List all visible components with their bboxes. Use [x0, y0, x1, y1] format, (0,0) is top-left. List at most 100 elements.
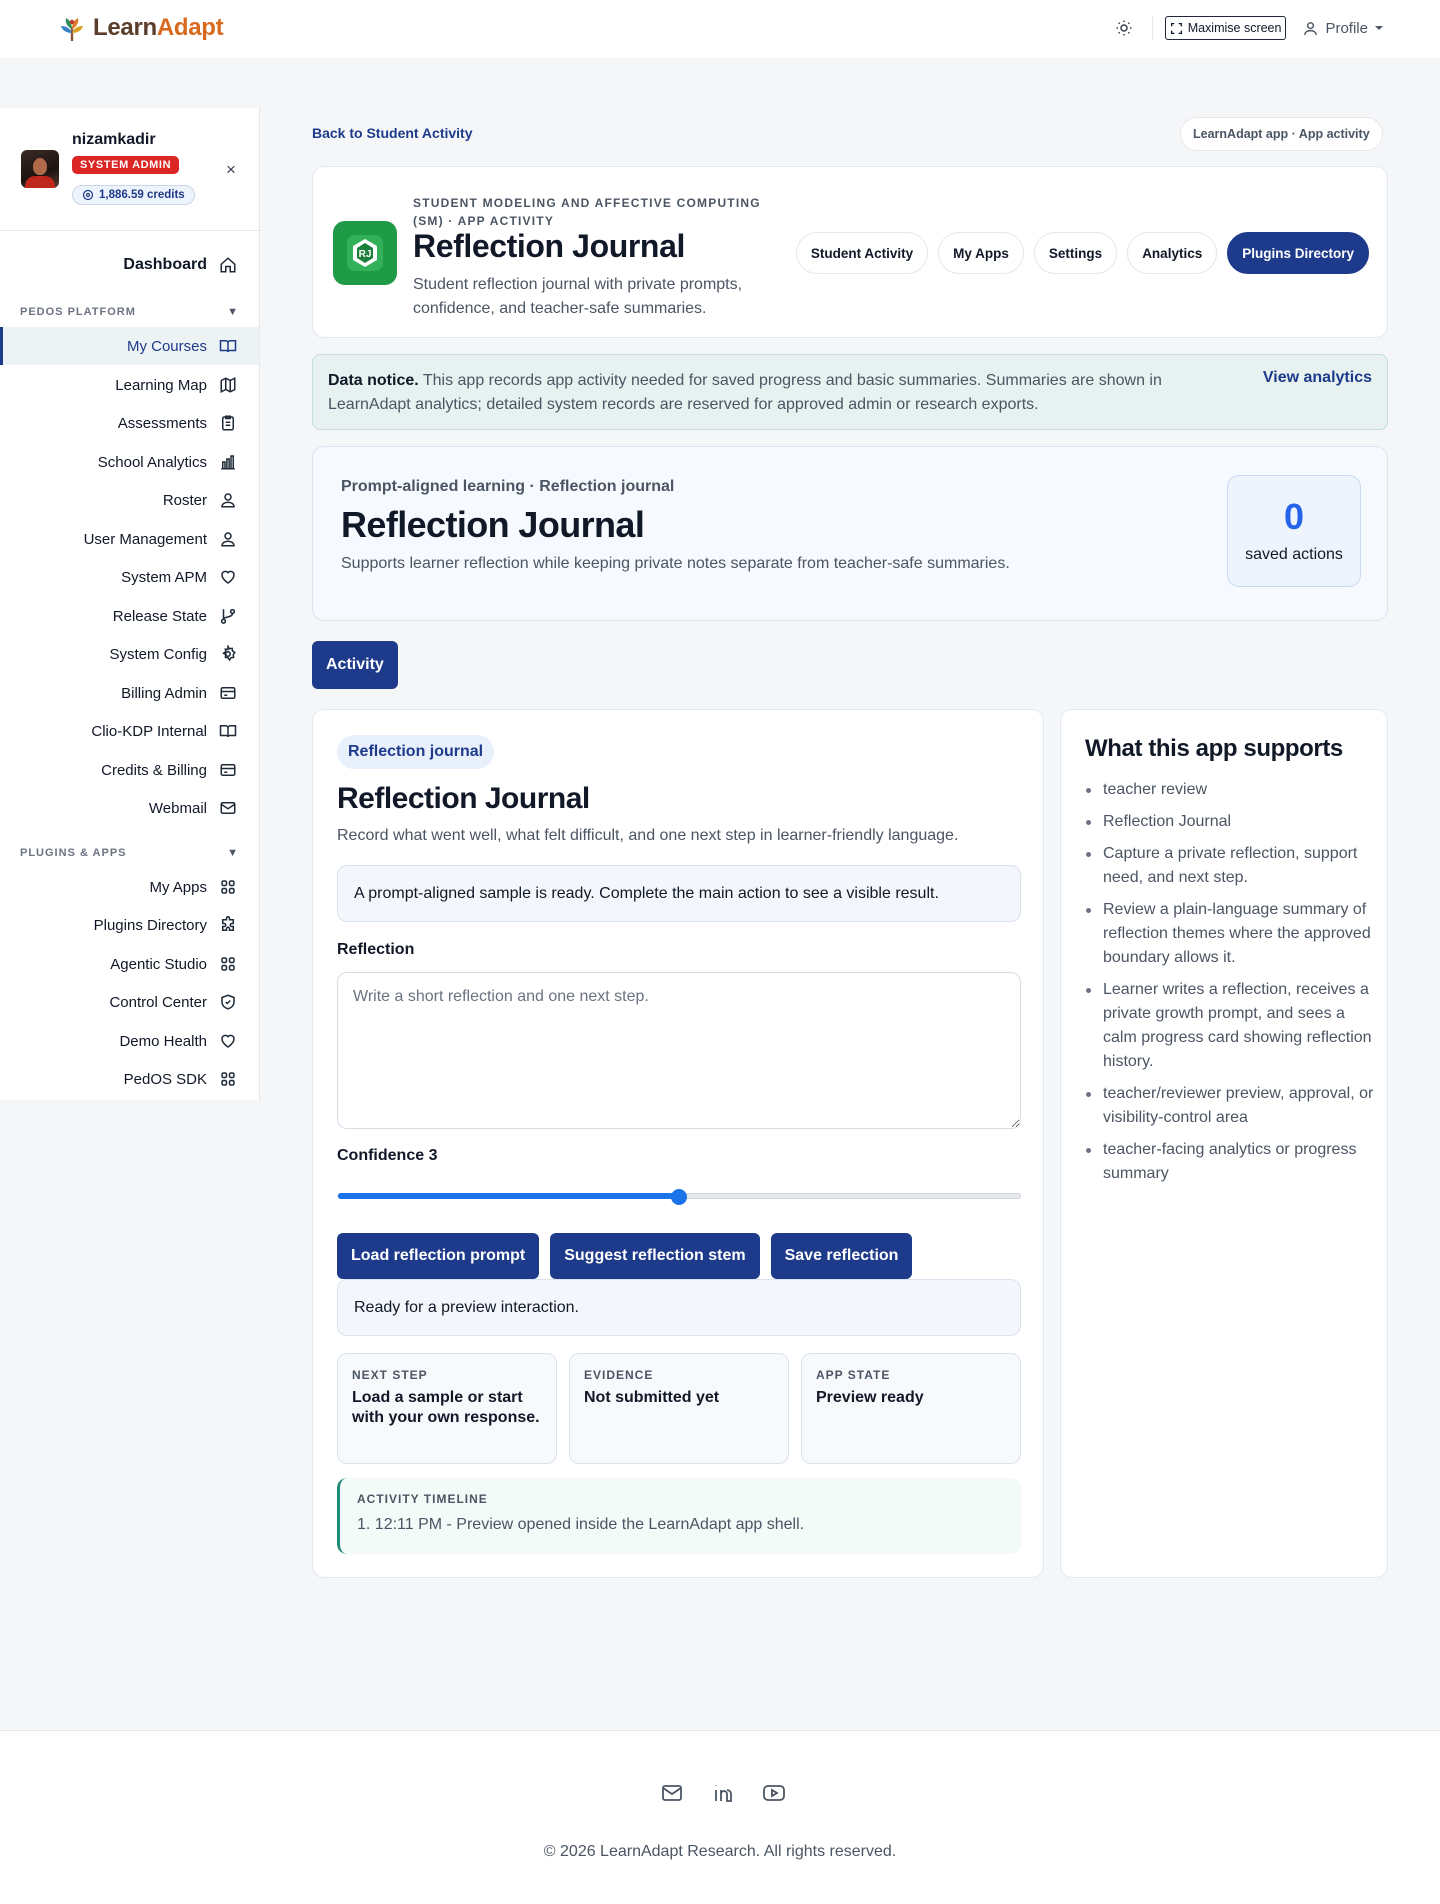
- sidebar-item-label: Release State: [112, 607, 207, 625]
- divider: [1151, 15, 1153, 41]
- sidebar-item-roster[interactable]: Roster: [0, 481, 259, 519]
- profile-menu-button[interactable]: Profile: [1302, 20, 1384, 37]
- heart-icon: [221, 570, 235, 584]
- sidebar-item-learning-map[interactable]: Learning Map: [0, 366, 259, 404]
- list-item: Capture a private reflection, support ne…: [1085, 842, 1375, 890]
- sidebar-item-webmail[interactable]: Webmail: [0, 789, 259, 827]
- tree-logo-icon: [61, 18, 83, 41]
- app-header-card: RJ STUDENT MODELING AND AFFECTIVE COMPUT…: [312, 166, 1388, 338]
- brand-logo[interactable]: LearnAdapt: [57, 13, 224, 43]
- sidebar-section-plugins-apps[interactable]: PLUGINS & APPS ▼: [20, 847, 239, 859]
- sidebar-item-system-config[interactable]: System Config: [0, 635, 259, 673]
- sidebar-item-assessments[interactable]: Assessments: [0, 404, 259, 442]
- grid-icon: [221, 1072, 235, 1086]
- coin-icon: [82, 189, 94, 201]
- app-category: STUDENT MODELING AND AFFECTIVE COMPUTING…: [413, 196, 761, 228]
- sidebar-item-school-analytics[interactable]: School Analytics: [0, 443, 259, 481]
- sidebar-item-pedos-sdk[interactable]: PedOS SDK: [0, 1060, 259, 1098]
- status-message: Ready for a preview interaction.: [337, 1279, 1021, 1336]
- bar-chart-icon: [221, 455, 235, 470]
- tab-activity[interactable]: Activity: [312, 641, 398, 689]
- book-open-icon: [219, 725, 237, 738]
- mail-icon: [220, 802, 236, 814]
- activity-timeline: ACTIVITY TIMELINE 1. 12:11 PM - Preview …: [337, 1478, 1021, 1554]
- sidebar-item-plugins-directory[interactable]: Plugins Directory: [0, 906, 259, 944]
- activity-title: Reflection Journal: [337, 782, 590, 815]
- caret-down-icon: ▼: [227, 306, 239, 318]
- sidebar-item-label: Clio-KDP Internal: [91, 722, 207, 740]
- linkedin-icon[interactable]: [711, 1781, 735, 1805]
- chevron-down-icon: [1375, 26, 1383, 30]
- hero-title: Reflection Journal: [341, 504, 645, 545]
- list-item: teacher/reviewer preview, approval, or v…: [1085, 1082, 1375, 1130]
- tile-value: Load a sample or start with your own res…: [352, 1389, 540, 1426]
- sidebar-item-label: System Config: [109, 645, 207, 663]
- youtube-icon[interactable]: [762, 1781, 786, 1805]
- sidebar-item-billing-admin[interactable]: Billing Admin: [0, 674, 259, 712]
- view-analytics-link[interactable]: View analytics: [1263, 369, 1372, 387]
- home-icon: [220, 257, 236, 273]
- sidebar-item-label: PedOS SDK: [123, 1070, 207, 1088]
- settings-button[interactable]: Settings: [1033, 232, 1118, 274]
- credit-card-icon: [220, 687, 236, 699]
- git-branch-icon: [220, 608, 236, 624]
- supports-list: teacher review Reflection Journal Captur…: [1085, 778, 1375, 1194]
- confidence-label: Confidence 3: [337, 1147, 438, 1164]
- app-description: Student reflection journal with private …: [413, 276, 743, 317]
- users-icon: [221, 532, 235, 547]
- list-item: Learner writes a reflection, receives a …: [1085, 978, 1375, 1074]
- next-step-tile: NEXT STEP Load a sample or start with yo…: [337, 1353, 557, 1464]
- hero-eyebrow: Prompt-aligned learning · Reflection jou…: [341, 478, 675, 495]
- reflection-input[interactable]: [337, 972, 1021, 1129]
- sidebar-item-user-management[interactable]: User Management: [0, 520, 259, 558]
- sidebar-item-control-center[interactable]: Control Center: [0, 983, 259, 1021]
- data-notice: Data notice. This app records app activi…: [312, 354, 1388, 430]
- sidebar-item-credits-billing[interactable]: Credits & Billing: [0, 751, 259, 789]
- tile-label: EVIDENCE: [584, 1368, 654, 1382]
- sun-icon[interactable]: [1110, 14, 1138, 42]
- profile-label: Profile: [1325, 19, 1368, 37]
- reflection-journal-logo-icon: RJ: [347, 235, 383, 271]
- sidebar-item-label: Webmail: [148, 799, 207, 817]
- sidebar-item-clio-kdp-internal[interactable]: Clio-KDP Internal: [0, 712, 259, 750]
- maximise-icon: [1170, 22, 1182, 34]
- credit-card-icon: [220, 764, 236, 776]
- sidebar-item-demo-health[interactable]: Demo Health: [0, 1022, 259, 1060]
- activity-tag: Reflection journal: [337, 735, 495, 769]
- my-apps-button[interactable]: My Apps: [938, 232, 1024, 274]
- sidebar-section-pedos-platform[interactable]: PEDOS PLATFORM ▼: [20, 306, 239, 318]
- student-activity-button[interactable]: Student Activity: [795, 232, 929, 274]
- analytics-button[interactable]: Analytics: [1127, 232, 1218, 274]
- evidence-tile: EVIDENCE Not submitted yet: [569, 1353, 789, 1464]
- users-icon: [221, 493, 235, 508]
- credits-badge[interactable]: 1,886.59 credits: [72, 185, 195, 205]
- puzzle-icon: [222, 916, 234, 931]
- social-links: [660, 1781, 786, 1805]
- maximise-screen-button[interactable]: Maximise screen: [1164, 16, 1287, 40]
- sidebar-item-system-apm[interactable]: System APM: [0, 558, 259, 596]
- sidebar-item-label: My Courses: [126, 337, 207, 355]
- sidebar-item-my-courses[interactable]: My Courses: [0, 327, 259, 365]
- sidebar-item-agentic-studio[interactable]: Agentic Studio: [0, 945, 259, 983]
- sidebar-item-my-apps[interactable]: My Apps: [0, 868, 259, 906]
- confidence-slider-fill: [338, 1193, 679, 1199]
- sidebar-item-label: Assessments: [117, 414, 207, 432]
- plugins-directory-button[interactable]: Plugins Directory: [1227, 232, 1369, 274]
- activity-description: Record what went well, what felt difficu…: [337, 827, 959, 844]
- timeline-entry: 1. 12:11 PM - Preview opened inside the …: [357, 1516, 805, 1533]
- sidebar-item-release-state[interactable]: Release State: [0, 597, 259, 635]
- close-sidebar-button[interactable]: ×: [226, 160, 236, 180]
- suggest-reflection-stem-button[interactable]: Suggest reflection stem: [550, 1233, 760, 1279]
- app-logo: RJ: [333, 221, 397, 285]
- heart-icon: [221, 1034, 235, 1048]
- confidence-slider[interactable]: [337, 1189, 1021, 1205]
- data-notice-text: Data notice. This app records app activi…: [328, 369, 1208, 417]
- confidence-slider-thumb[interactable]: [671, 1189, 687, 1205]
- sidebar-item-label: Agentic Studio: [110, 955, 207, 973]
- mail-icon[interactable]: [660, 1781, 684, 1805]
- sidebar-item-dashboard[interactable]: Dashboard: [0, 246, 259, 284]
- avatar[interactable]: [21, 150, 59, 188]
- save-reflection-button[interactable]: Save reflection: [770, 1233, 913, 1279]
- back-to-student-activity-link[interactable]: Back to Student Activity: [312, 125, 473, 141]
- load-reflection-prompt-button[interactable]: Load reflection prompt: [337, 1233, 540, 1279]
